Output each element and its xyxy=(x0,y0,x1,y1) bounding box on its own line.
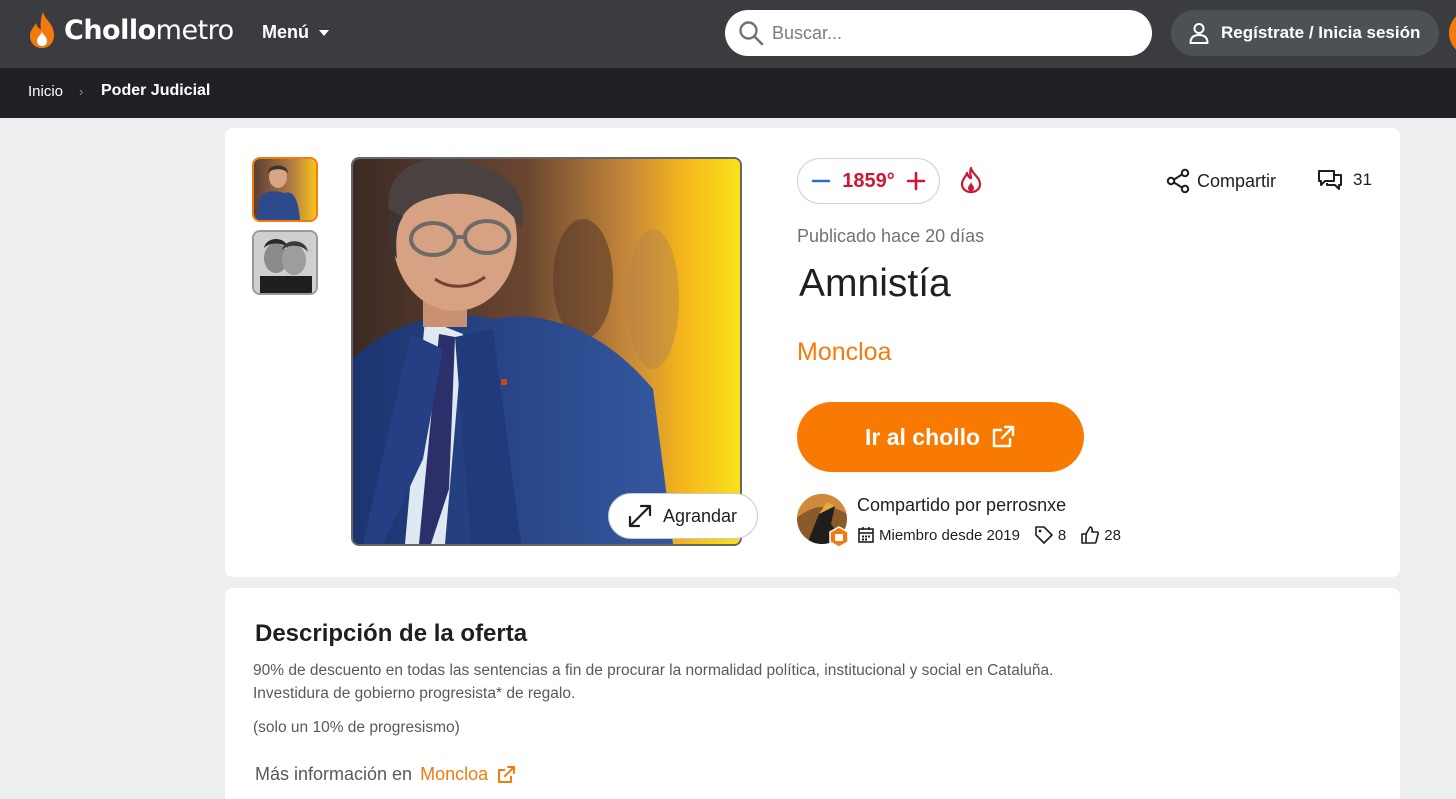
minus-icon xyxy=(811,179,831,183)
breadcrumb-separator: › xyxy=(79,84,84,99)
cta-label: Ir al chollo xyxy=(864,423,981,450)
login-label: Regístrate / Inicia sesión xyxy=(1221,23,1421,42)
user-stats: Miembro desde 2019 8 28 xyxy=(857,525,1135,545)
site-logo[interactable]: Chollometro xyxy=(26,10,234,50)
share-button[interactable]: Compartir xyxy=(1165,168,1276,194)
caret-down-icon xyxy=(319,29,329,36)
likes-count-value: 28 xyxy=(1104,526,1121,544)
member-since-text: Miembro desde 2019 xyxy=(879,526,1020,544)
search-bar[interactable] xyxy=(725,10,1152,56)
description-card: Descripción de la oferta 90% de descuent… xyxy=(225,588,1400,799)
merchant-link[interactable]: Moncloa xyxy=(797,338,892,367)
description-line: (solo un 10% de progresismo) xyxy=(253,719,460,736)
breadcrumb-category-link[interactable]: Poder Judicial xyxy=(101,82,210,100)
flame-logo-icon xyxy=(30,12,54,48)
comments-button[interactable]: 31 xyxy=(1317,168,1372,192)
external-link-icon[interactable] xyxy=(496,765,516,785)
temperature-vote-box: 1859° xyxy=(797,158,940,204)
share-icon xyxy=(1166,168,1190,194)
post-deal-button[interactable] xyxy=(1449,10,1456,56)
deal-card: Agrandar 1859° Compartir 31 Publicado ha… xyxy=(225,128,1400,577)
menu-button[interactable]: Menú xyxy=(262,22,329,43)
deals-count: 8 xyxy=(1034,525,1066,545)
more-info-merchant-link[interactable]: Moncloa xyxy=(420,764,488,785)
likes-count: 28 xyxy=(1080,525,1121,545)
login-register-button[interactable]: Regístrate / Inicia sesión xyxy=(1171,10,1439,56)
deal-title: Amnistía xyxy=(799,262,951,305)
member-since: Miembro desde 2019 xyxy=(857,526,1020,544)
thumbnail-image xyxy=(254,159,316,220)
comment-count: 31 xyxy=(1353,170,1372,189)
image-thumbnail-2[interactable] xyxy=(252,230,318,295)
vote-up-button[interactable] xyxy=(905,170,927,192)
share-label: Compartir xyxy=(1197,170,1277,191)
breadcrumb-home-link[interactable]: Inicio xyxy=(28,83,63,100)
tag-icon xyxy=(1035,526,1053,544)
shared-by-text: Compartido por perrosnxe xyxy=(857,495,1067,515)
hot-flame-icon xyxy=(960,166,982,194)
comment-icon xyxy=(1318,170,1342,190)
thumbnail-image xyxy=(254,232,316,293)
search-icon xyxy=(739,21,764,46)
calendar-icon xyxy=(858,527,874,543)
zoom-label: Agrandar xyxy=(663,505,738,526)
top-navigation-bar: Chollometro Menú Regístrate / Inicia ses… xyxy=(0,0,1456,68)
deal-main-image[interactable] xyxy=(351,157,742,546)
description-line: Investidura de gobierno progresista* de … xyxy=(253,685,576,702)
menu-label: Menú xyxy=(262,22,309,42)
user-icon xyxy=(1189,23,1209,44)
published-date: Publicado hace 20 días xyxy=(797,226,985,246)
deal-temperature: 1859° xyxy=(842,169,895,192)
logo-text: Chollometro xyxy=(64,14,234,46)
user-badge-icon xyxy=(829,526,849,548)
more-info-prefix: Más información en xyxy=(255,764,413,784)
vote-down-button[interactable] xyxy=(810,170,832,192)
deals-count-value: 8 xyxy=(1057,526,1067,544)
external-link-icon xyxy=(992,425,1015,448)
more-info: Más información en Moncloa xyxy=(255,764,516,785)
description-line: 90% de descuento en todas las sentencias… xyxy=(253,662,1054,679)
breadcrumb: Inicio › Poder Judicial xyxy=(0,68,1456,118)
description-heading: Descripción de la oferta xyxy=(255,620,528,647)
search-input[interactable] xyxy=(772,22,1132,44)
zoom-image-button[interactable]: Agrandar xyxy=(608,493,758,539)
thumbs-up-icon xyxy=(1081,526,1100,544)
plus-icon xyxy=(906,171,926,191)
deal-photo xyxy=(353,159,740,544)
expand-icon xyxy=(628,504,652,528)
image-thumbnail-1[interactable] xyxy=(252,157,318,222)
go-to-deal-button[interactable]: Ir al chollo xyxy=(797,402,1084,472)
